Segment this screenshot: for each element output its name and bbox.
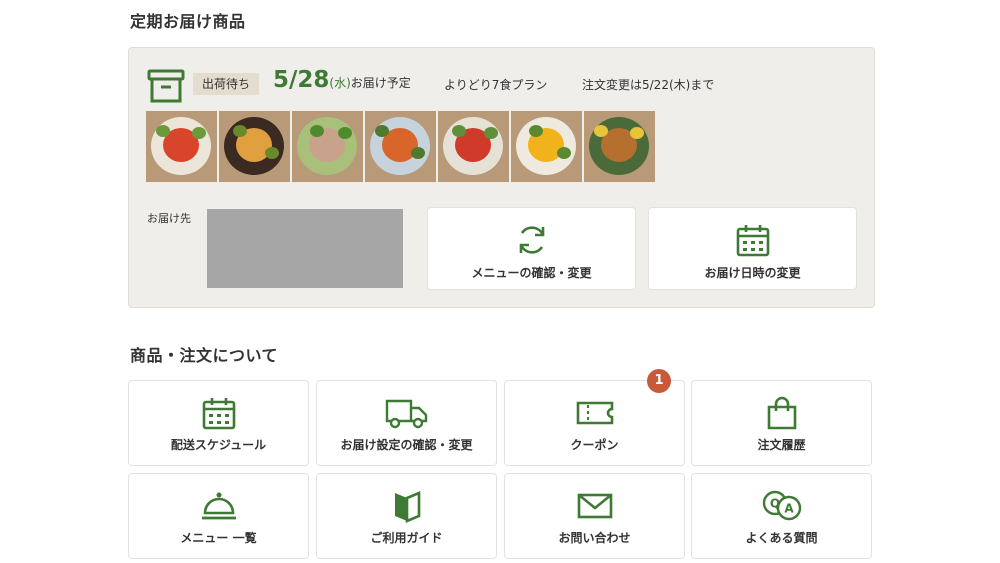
delivery-date-change-label: お届け日時の変更 [704, 266, 801, 280]
calendar-icon [202, 398, 235, 430]
dish-garnish [156, 125, 170, 137]
dish-thumbnails [146, 111, 655, 182]
book-icon [394, 491, 420, 523]
dish-thumbnail [146, 111, 217, 182]
dish-garnish [310, 125, 324, 137]
dish-garnish [233, 125, 247, 137]
dish-thumbnail [292, 111, 363, 182]
delivery-date: 5/28(水)お届け予定 [273, 67, 411, 93]
dish-thumbnail [438, 111, 509, 182]
dish-garnish [375, 125, 389, 137]
dish-garnish [452, 125, 466, 137]
shopping-bag-icon [767, 396, 796, 430]
dish-thumbnail [584, 111, 655, 182]
calendar-icon [736, 225, 769, 257]
dish-thumbnail [365, 111, 436, 182]
dish-garnish [529, 125, 543, 137]
coupon-label: クーポン [570, 438, 619, 452]
mail-icon [577, 493, 612, 519]
dish-garnish [557, 147, 571, 159]
refresh-icon [519, 226, 544, 254]
delivery-schedule-tile[interactable]: 配送スケジュール [128, 380, 309, 466]
box-icon [147, 69, 185, 103]
dish-garnish [594, 125, 608, 137]
destination-label: お届け先 [147, 212, 191, 225]
menu-list-label: メニュー 一覧 [180, 531, 257, 545]
section-title-products-orders: 商品・注文について [130, 346, 279, 365]
menu-list-tile[interactable]: メニュー 一覧 [128, 473, 309, 559]
delivery-schedule-label: 配送スケジュール [170, 438, 267, 452]
user-guide-label: ご利用ガイド [370, 531, 443, 545]
menu-confirm-label: メニューの確認・変更 [471, 266, 592, 280]
delivery-card: 出荷待ち 5/28(水)お届け予定 よりどり7食プラン 注文変更は5/22(木)… [128, 47, 875, 308]
dish-garnish [411, 147, 425, 159]
coupon-count-badge: 1 [647, 369, 671, 393]
qa-bubble-icon: Q A [762, 490, 801, 521]
contact-tile[interactable]: お問い合わせ [504, 473, 685, 559]
ticket-icon [576, 401, 613, 425]
order-history-label: 注文履歴 [757, 438, 806, 452]
change-deadline: 注文変更は5/22(木)まで [582, 78, 715, 92]
contact-label: お問い合わせ [558, 531, 631, 545]
plan-name: よりどり7食プラン [444, 78, 548, 92]
dish-thumbnail [219, 111, 290, 182]
dish-thumbnail [511, 111, 582, 182]
delivery-date-suffix: お届け予定 [350, 76, 411, 90]
order-history-tile[interactable]: 注文履歴 [691, 380, 872, 466]
dish-garnish [484, 127, 498, 139]
delivery-settings-label: お届け設定の確認・変更 [340, 438, 473, 452]
dish-garnish [265, 147, 279, 159]
delivery-date-value: 5/28 [273, 67, 330, 93]
destination-address-redacted [207, 209, 403, 288]
truck-icon [385, 399, 427, 429]
cloche-icon [201, 492, 236, 520]
svg-text:A: A [784, 502, 794, 516]
faq-tile[interactable]: Q A よくある質問 [691, 473, 872, 559]
status-badge: 出荷待ち [193, 73, 260, 95]
menu-confirm-button[interactable]: メニューの確認・変更 [427, 207, 636, 290]
dish-garnish [338, 127, 352, 139]
delivery-date-change-button[interactable]: お届け日時の変更 [648, 207, 857, 290]
dish-garnish [630, 127, 644, 139]
delivery-settings-tile[interactable]: お届け設定の確認・変更 [316, 380, 497, 466]
faq-label: よくある質問 [745, 531, 818, 545]
delivery-day-of-week: (水) [329, 76, 351, 90]
dish-garnish [192, 127, 206, 139]
section-title-subscription: 定期お届け商品 [130, 12, 246, 31]
user-guide-tile[interactable]: ご利用ガイド [316, 473, 497, 559]
